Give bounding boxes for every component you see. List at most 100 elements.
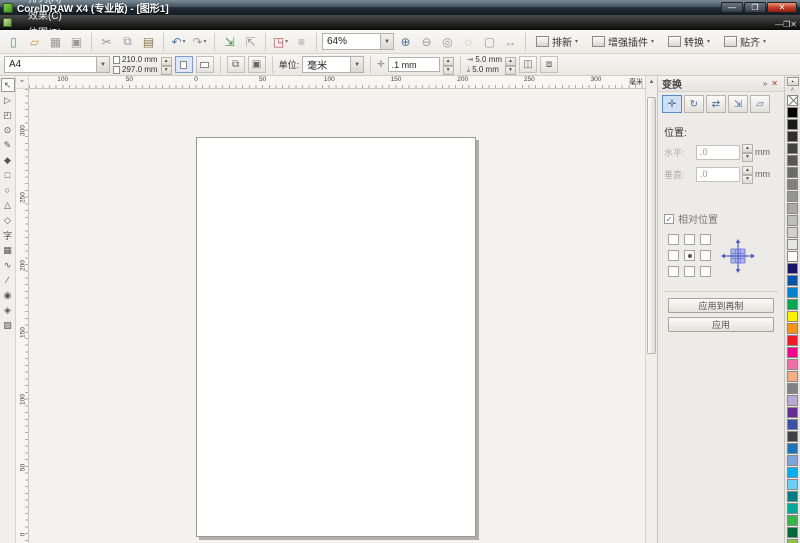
palette-options-button[interactable]: ▪ — [786, 77, 799, 86]
vertical-spinner[interactable]: ▲ ▼ — [742, 166, 753, 184]
relative-position-checkbox[interactable]: ✓ — [664, 213, 674, 224]
color-swatch-18[interactable] — [787, 323, 798, 334]
paste-icon[interactable]: ▤ — [139, 33, 158, 51]
color-swatch-14[interactable] — [787, 275, 798, 286]
anchor-checkbox-8[interactable] — [700, 266, 711, 277]
vertical-input[interactable]: .0 — [696, 166, 740, 182]
color-swatch-13[interactable] — [787, 263, 798, 274]
menu-item-5[interactable]: 效果(C) — [20, 6, 72, 23]
anchor-checkbox-1[interactable] — [684, 234, 695, 245]
apply-button[interactable]: 应用 — [668, 317, 774, 332]
fill-tool[interactable]: ◈ — [1, 303, 15, 317]
docker-close-icon[interactable]: ✕ — [769, 79, 780, 88]
anchor-checkbox-5[interactable] — [700, 250, 711, 261]
paper-size-spinner[interactable]: ▲ ▼ — [160, 56, 172, 75]
text-tool[interactable]: 字 — [1, 228, 15, 242]
chevron-down-icon[interactable]: ▾ — [707, 38, 710, 45]
apply-to-duplicate-button[interactable]: 应用到再制 — [668, 298, 774, 313]
zoom-page-icon[interactable]: ▢ — [480, 33, 499, 51]
convert-button[interactable]: 转换 ▾ — [663, 33, 715, 50]
open-icon[interactable]: ▱ — [25, 33, 44, 51]
transform-position-tab[interactable]: ✛ — [662, 95, 682, 113]
mdi-minimize-button[interactable]: — — [775, 20, 783, 29]
scroll-up-button[interactable]: ▲ — [645, 76, 657, 89]
chevron-down-icon[interactable]: ▾ — [183, 38, 186, 45]
palette-scroll-up-icon[interactable]: ∧ — [790, 87, 794, 94]
color-swatch-30[interactable] — [787, 467, 798, 478]
anchor-checkbox-6[interactable] — [668, 266, 679, 277]
nudge-spinner[interactable]: ▲ ▼ — [442, 56, 454, 75]
transform-size-tab[interactable]: ⇲ — [728, 95, 748, 113]
color-swatch-3[interactable] — [787, 143, 798, 154]
duplicate-x-value[interactable]: 5.0 mm — [475, 55, 502, 64]
no-color-swatch[interactable] — [787, 95, 798, 106]
vertical-scrollbar[interactable] — [645, 89, 657, 543]
basic-shapes-tool[interactable]: ◇ — [1, 213, 15, 227]
smart-fill-tool[interactable]: ◆ — [1, 153, 15, 167]
pick-tool[interactable]: ↖ — [0, 78, 15, 92]
color-swatch-2[interactable] — [787, 131, 798, 142]
anchor-checkbox-0[interactable] — [668, 234, 679, 245]
paper-height-value[interactable]: 297.0 mm — [122, 65, 158, 74]
color-swatch-21[interactable] — [787, 359, 798, 370]
redo-icon[interactable]: ↷ ▾ — [190, 33, 209, 51]
color-swatch-17[interactable] — [787, 311, 798, 322]
color-swatch-20[interactable] — [787, 347, 798, 358]
propbar-options-button[interactable]: ⧈ — [540, 56, 559, 73]
treat-as-filled-button[interactable]: ◫ — [519, 56, 538, 73]
color-swatch-15[interactable] — [787, 287, 798, 298]
chevron-down-icon[interactable]: ▾ — [285, 38, 288, 45]
table-tool[interactable]: ▦ — [1, 243, 15, 257]
scrollbar-thumb[interactable] — [647, 97, 656, 354]
chevron-down-icon[interactable]: ▼ — [96, 57, 109, 72]
rectangle-tool[interactable]: □ — [1, 168, 15, 182]
all-pages-button[interactable]: ⧉ — [226, 56, 245, 73]
polygon-tool[interactable]: △ — [1, 198, 15, 212]
color-swatch-32[interactable] — [787, 491, 798, 502]
application-launcher-icon[interactable]: ◳ ▾ — [271, 33, 290, 51]
chevron-down-icon[interactable]: ▾ — [651, 38, 654, 45]
nudge-offset-field[interactable]: .1 mm — [387, 57, 440, 72]
save-icon[interactable]: ▦ — [46, 33, 65, 51]
color-swatch-10[interactable] — [787, 227, 798, 238]
horizontal-spinner[interactable]: ▲ ▼ — [742, 144, 753, 162]
color-swatch-5[interactable] — [787, 167, 798, 178]
color-swatch-19[interactable] — [787, 335, 798, 346]
color-swatch-6[interactable] — [787, 179, 798, 190]
transform-rotate-tab[interactable]: ↻ — [684, 95, 704, 113]
anchor-checkbox-7[interactable] — [684, 266, 695, 277]
refresh-button[interactable]: 排新 ▾ — [531, 33, 583, 50]
eyedropper-tool[interactable]: ∕ — [1, 273, 15, 287]
paper-width-value[interactable]: 210.0 mm — [122, 55, 158, 64]
color-swatch-35[interactable] — [787, 527, 798, 538]
color-swatch-27[interactable] — [787, 431, 798, 442]
interactive-fill-tool[interactable]: ▨ — [1, 318, 15, 332]
color-swatch-26[interactable] — [787, 419, 798, 430]
color-swatch-11[interactable] — [787, 239, 798, 250]
color-swatch-31[interactable] — [787, 479, 798, 490]
docker-collapse-button[interactable]: » — [761, 79, 769, 88]
anchor-checkbox-3[interactable] — [668, 250, 679, 261]
zoom-in-icon[interactable]: ⊕ — [396, 33, 415, 51]
chevron-down-icon[interactable]: ▾ — [575, 38, 578, 45]
document-page[interactable] — [196, 137, 476, 537]
chevron-down-icon[interactable]: ▼ — [350, 57, 364, 72]
drawing-canvas[interactable] — [29, 89, 645, 543]
vertical-ruler[interactable]: 300 250 200 150 100 50 0 — [16, 89, 29, 543]
duplicate-spinner[interactable]: ▲ ▼ — [505, 56, 517, 75]
new-document-icon[interactable]: ▯ — [4, 33, 23, 51]
chevron-down-icon[interactable]: ▾ — [763, 38, 766, 45]
landscape-button[interactable] — [195, 56, 214, 73]
color-swatch-24[interactable] — [787, 395, 798, 406]
color-swatch-29[interactable] — [787, 455, 798, 466]
zoom-all-objects-icon[interactable]: ◌ — [459, 33, 478, 51]
zoom-level-combo[interactable]: 64% ▼ — [322, 33, 394, 50]
cut-icon[interactable]: ✂ — [97, 33, 116, 51]
color-swatch-28[interactable] — [787, 443, 798, 454]
snap-to-button[interactable]: 贴齐 ▾ — [719, 33, 771, 50]
freehand-tool[interactable]: ✎ — [1, 138, 15, 152]
minimize-button[interactable]: — — [721, 2, 743, 13]
horizontal-input[interactable]: .0 — [696, 144, 740, 160]
color-swatch-0[interactable] — [787, 107, 798, 118]
crop-tool[interactable]: ◰ — [1, 108, 15, 122]
